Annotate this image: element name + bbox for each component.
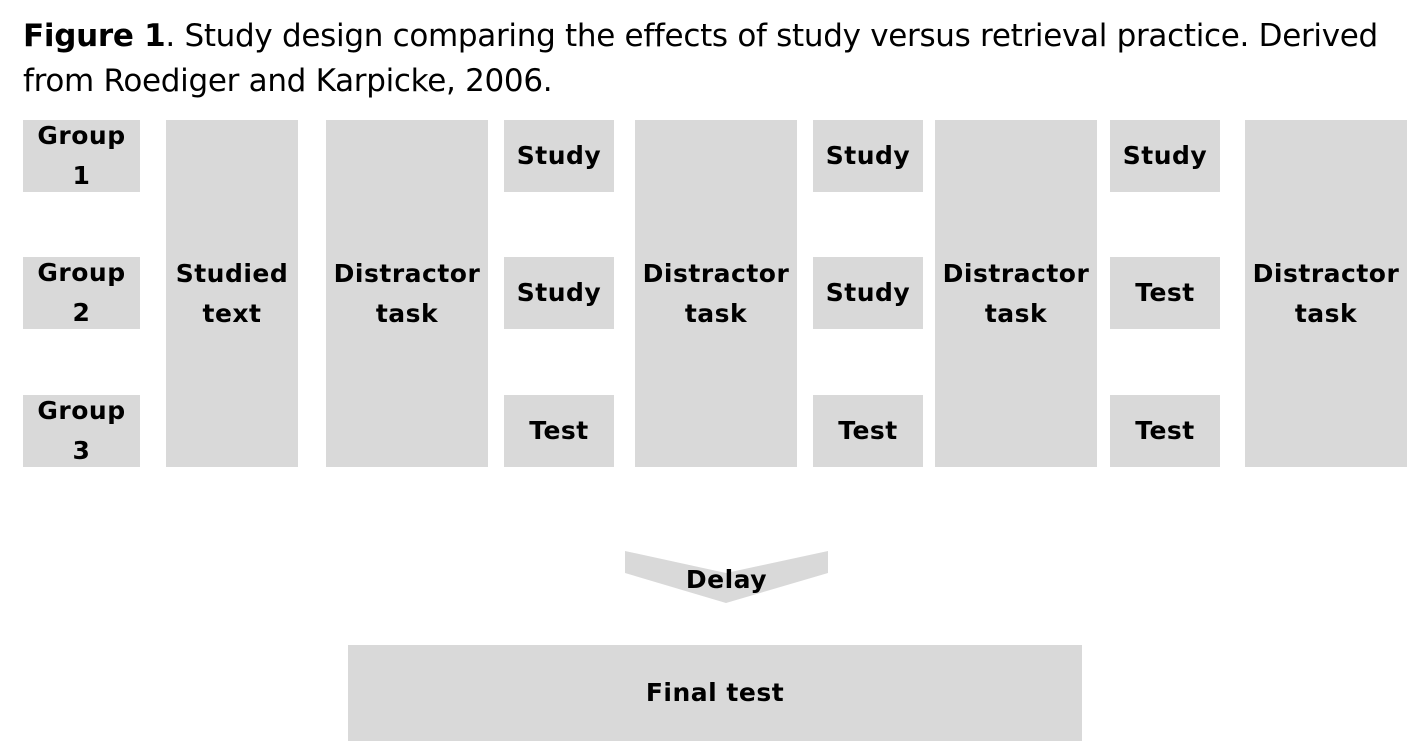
group-label: Group: [37, 121, 126, 150]
studied-text-line1: Studied: [175, 258, 289, 288]
phase-1-group-3-box: Test: [504, 395, 614, 467]
delay-label: Delay: [685, 565, 768, 594]
phase-3-group-2-box: Test: [1110, 257, 1220, 329]
studied-text-line2: text: [202, 298, 262, 328]
group-label: Group: [37, 258, 126, 287]
distractor-line1: Distractor: [1252, 258, 1400, 288]
phase-label: Study: [516, 141, 602, 170]
distractor-line2: task: [375, 298, 439, 328]
phase-2-group-3-box: Test: [813, 395, 923, 467]
group-1-box: Group 1: [23, 120, 140, 192]
phase-1-group-1-box: Study: [504, 120, 614, 192]
phase-label: Test: [1135, 278, 1195, 307]
group-label: Group: [37, 396, 126, 425]
phase-label: Test: [838, 416, 898, 445]
distractor-task-box-1: Distractor task: [326, 120, 488, 467]
delay-arrow: Delay: [625, 550, 828, 604]
group-3-box: Group 3: [23, 395, 140, 467]
distractor-line1: Distractor: [642, 258, 790, 288]
group-number: 3: [72, 436, 91, 465]
phase-2-group-1-box: Study: [813, 120, 923, 192]
phase-label: Study: [1122, 141, 1208, 170]
figure-caption-text: . Study design comparing the effects of …: [23, 18, 1378, 99]
phase-2-group-2-box: Study: [813, 257, 923, 329]
group-2-box: Group 2: [23, 257, 140, 329]
phase-3-group-3-box: Test: [1110, 395, 1220, 467]
studied-text-box: Studied text: [166, 120, 298, 467]
distractor-line2: task: [984, 298, 1048, 328]
figure-label: Figure 1: [23, 18, 166, 54]
distractor-line2: task: [684, 298, 748, 328]
phase-label: Study: [516, 278, 602, 307]
final-test-label: Final test: [645, 678, 785, 707]
distractor-task-box-2: Distractor task: [635, 120, 797, 467]
distractor-line1: Distractor: [942, 258, 1090, 288]
distractor-task-box-3: Distractor task: [935, 120, 1097, 467]
phase-label: Study: [825, 141, 911, 170]
distractor-line1: Distractor: [333, 258, 481, 288]
final-test-box: Final test: [348, 645, 1082, 741]
group-number: 1: [72, 161, 91, 190]
distractor-task-box-4: Distractor task: [1245, 120, 1407, 467]
figure-caption: Figure 1. Study design comparing the eff…: [23, 14, 1413, 104]
phase-label: Study: [825, 278, 911, 307]
phase-label: Test: [529, 416, 589, 445]
phase-3-group-1-box: Study: [1110, 120, 1220, 192]
group-number: 2: [72, 298, 91, 327]
phase-label: Test: [1135, 416, 1195, 445]
phase-1-group-2-box: Study: [504, 257, 614, 329]
distractor-line2: task: [1294, 298, 1358, 328]
